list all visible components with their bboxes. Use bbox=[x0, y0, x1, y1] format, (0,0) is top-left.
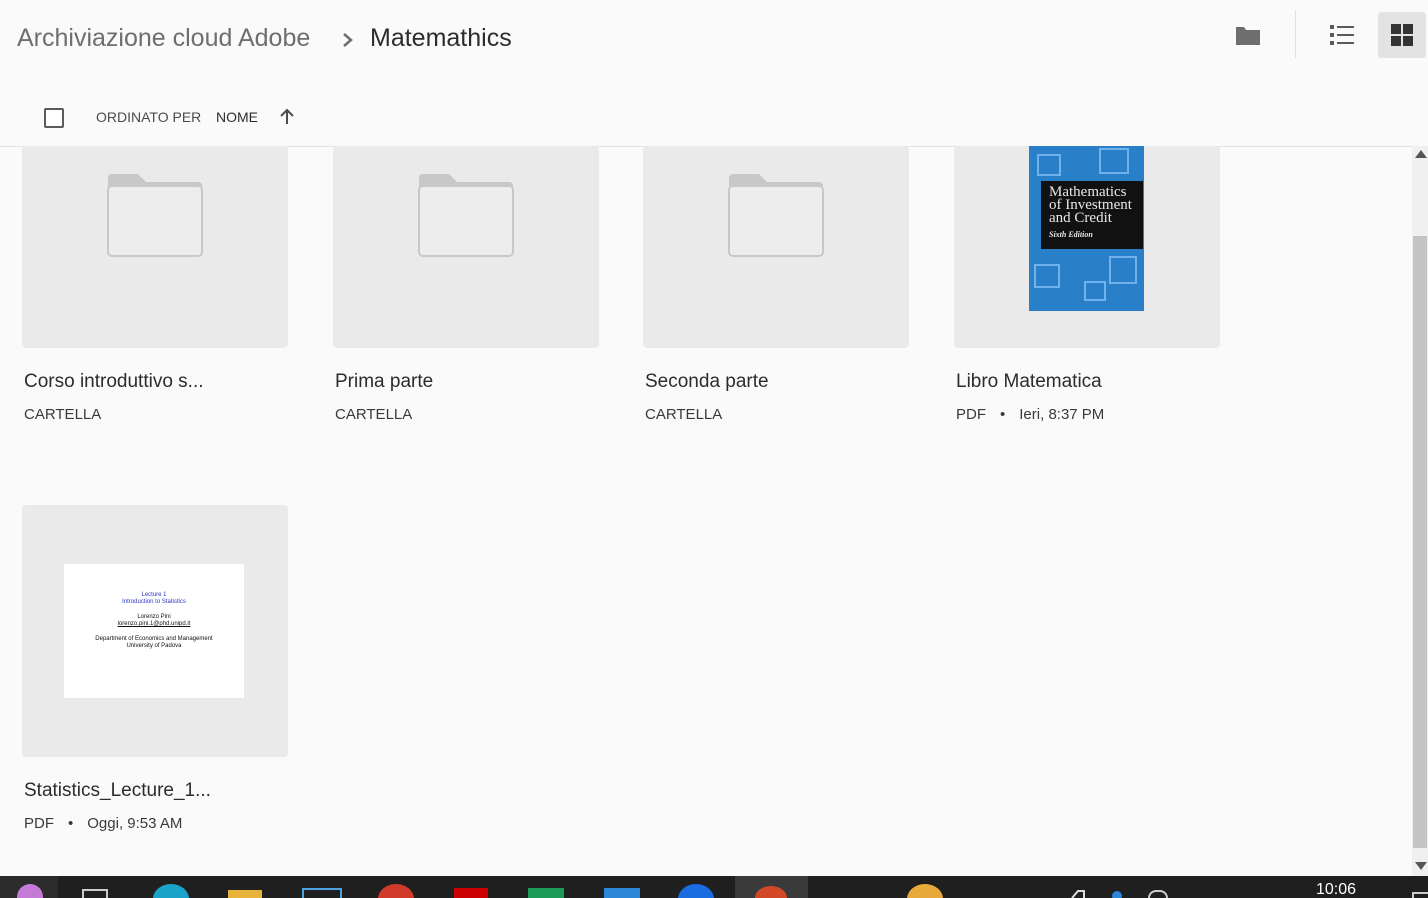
scrollbar-thumb[interactable] bbox=[1413, 236, 1427, 848]
list-view-button[interactable] bbox=[1318, 12, 1366, 58]
notification-icon[interactable] bbox=[1412, 892, 1428, 898]
powerpoint-icon bbox=[755, 886, 787, 898]
grid-view-button[interactable] bbox=[1378, 12, 1426, 58]
file-explorer-icon[interactable] bbox=[228, 890, 262, 898]
slide-affiliation: Department of Economics and Management U… bbox=[95, 636, 213, 649]
cover-pattern bbox=[1084, 281, 1106, 301]
start-icon bbox=[17, 884, 43, 898]
item-meta: PDF • Ieri, 8:37 PM bbox=[956, 406, 1220, 423]
scroll-up-icon[interactable] bbox=[1415, 150, 1427, 158]
start-button[interactable] bbox=[0, 876, 58, 898]
slide-author: Lorenzo Pini lorenzo.pini.1@phd.unipd.it bbox=[117, 614, 191, 627]
store-icon[interactable] bbox=[302, 888, 342, 898]
speaker-icon[interactable] bbox=[1070, 888, 1090, 898]
meta-separator: • bbox=[1000, 406, 1006, 423]
breadcrumb-current: Matemathics bbox=[370, 24, 512, 52]
vertical-scrollbar[interactable] bbox=[1412, 146, 1428, 876]
wifi-icon[interactable] bbox=[1148, 890, 1168, 898]
item-kind: CARTELLA bbox=[335, 406, 413, 423]
network-icon[interactable] bbox=[1112, 891, 1122, 898]
excel-icon[interactable] bbox=[528, 888, 564, 898]
folder-thumbnail bbox=[22, 146, 288, 348]
pdf-file-card[interactable]: Lecture 1 Introduction to Statistics Lor… bbox=[22, 505, 288, 832]
item-kind: CARTELLA bbox=[24, 406, 102, 423]
slide-title: Lecture 1 Introduction to Statistics bbox=[122, 592, 186, 605]
item-title: Libro Matematica bbox=[956, 371, 1102, 392]
toolbar-divider bbox=[1295, 10, 1296, 58]
item-meta: PDF • Oggi, 9:53 AM bbox=[24, 815, 288, 832]
item-kind: CARTELLA bbox=[645, 406, 723, 423]
arrow-up-icon[interactable] bbox=[279, 108, 295, 126]
item-title: Seconda parte bbox=[645, 371, 769, 392]
sort-key-button[interactable]: NOME bbox=[216, 109, 258, 125]
meta-separator: • bbox=[68, 815, 74, 832]
book-cover: Mathematics of Investment and Credit Six… bbox=[1029, 146, 1144, 311]
folder-thumbnail bbox=[333, 146, 599, 348]
new-folder-button[interactable] bbox=[1224, 12, 1272, 58]
folder-card[interactable]: Prima parte CARTELLA bbox=[333, 146, 599, 423]
acrobat-icon[interactable] bbox=[454, 888, 488, 898]
breadcrumb-root[interactable]: Archiviazione cloud Adobe bbox=[17, 24, 310, 53]
sort-label: ORDINATO PER bbox=[96, 109, 202, 125]
cover-edition: Sixth Edition bbox=[1049, 230, 1093, 239]
edge-icon[interactable] bbox=[153, 884, 189, 898]
folder-card[interactable]: Seconda parte CARTELLA bbox=[643, 146, 909, 423]
item-date: Ieri, 8:37 PM bbox=[1019, 406, 1105, 423]
list-view-icon bbox=[1330, 25, 1354, 45]
word-icon[interactable] bbox=[604, 888, 640, 898]
slide-preview: Lecture 1 Introduction to Statistics Lor… bbox=[64, 564, 244, 698]
item-title: Prima parte bbox=[335, 371, 434, 392]
folder-thumbnail bbox=[643, 146, 909, 348]
chrome-icon[interactable] bbox=[378, 884, 414, 898]
item-meta: CARTELLA bbox=[335, 406, 599, 423]
app-icon[interactable] bbox=[907, 884, 943, 898]
item-date: Oggi, 9:53 AM bbox=[87, 815, 183, 832]
cover-pattern bbox=[1034, 264, 1060, 288]
task-view-icon[interactable] bbox=[82, 889, 108, 898]
folder-icon bbox=[728, 174, 824, 257]
pdf-thumbnail: Lecture 1 Introduction to Statistics Lor… bbox=[22, 505, 288, 757]
item-title: Statistics_Lecture_1... bbox=[24, 780, 211, 801]
cover-title: Mathematics of Investment and Credit bbox=[1049, 184, 1132, 226]
item-kind: PDF bbox=[956, 406, 986, 423]
pdf-file-card[interactable]: Mathematics of Investment and Credit Six… bbox=[954, 146, 1220, 423]
cover-pattern bbox=[1099, 148, 1129, 174]
item-meta: CARTELLA bbox=[645, 406, 909, 423]
taskbar: 10:06 bbox=[0, 876, 1428, 898]
folder-icon bbox=[1236, 27, 1260, 45]
item-title: Corso introduttivo s... bbox=[24, 371, 204, 392]
folder-icon bbox=[418, 174, 514, 257]
folder-card[interactable]: Corso introduttivo s... CARTELLA bbox=[22, 146, 288, 423]
pdf-thumbnail: Mathematics of Investment and Credit Six… bbox=[954, 146, 1220, 348]
taskbar-clock[interactable]: 10:06 bbox=[1316, 881, 1356, 898]
app-icon[interactable] bbox=[678, 884, 714, 898]
item-kind: PDF bbox=[24, 815, 54, 832]
select-all-checkbox[interactable] bbox=[44, 108, 64, 128]
cover-pattern bbox=[1109, 256, 1137, 284]
active-app-slot[interactable] bbox=[735, 876, 808, 898]
folder-icon bbox=[107, 174, 203, 257]
cover-pattern bbox=[1037, 154, 1061, 176]
item-meta: CARTELLA bbox=[24, 406, 288, 423]
top-bar: Archiviazione cloud Adobe Matemathics OR… bbox=[0, 0, 1428, 147]
scroll-down-icon[interactable] bbox=[1415, 862, 1427, 870]
chevron-right-icon bbox=[343, 33, 353, 47]
grid-view-icon bbox=[1391, 24, 1413, 46]
